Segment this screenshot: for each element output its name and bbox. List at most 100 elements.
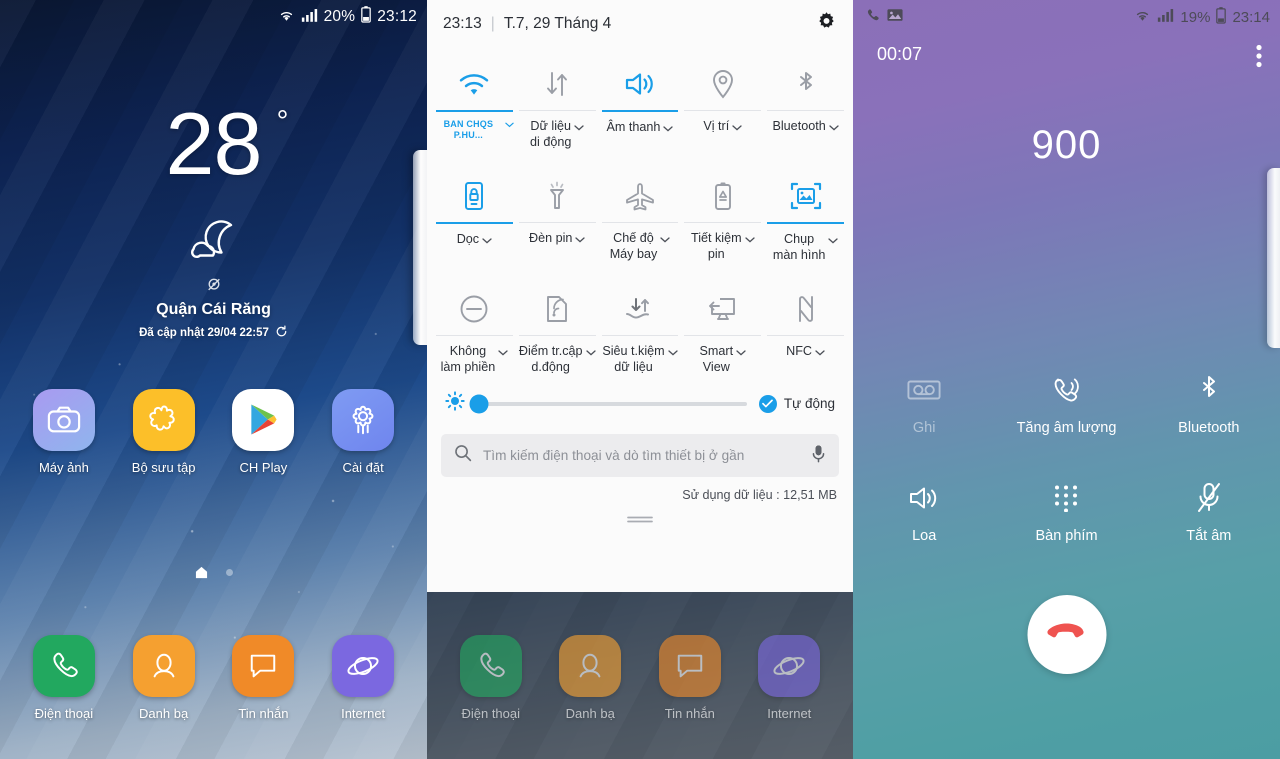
multi-screen-composite: 20% 23:12 28 ° Quận Cái Răng Đã cập nhật…	[0, 0, 1280, 759]
call-control-label: Bluetooth	[1178, 420, 1240, 436]
call-control-speaker[interactable]: Loa	[853, 476, 995, 544]
degree-symbol: °	[276, 105, 288, 138]
phone-icon	[459, 635, 522, 697]
call-control-volume-up[interactable]: Tăng âm lượng	[995, 368, 1137, 436]
dock-label: Internet	[341, 706, 386, 721]
auto-brightness-toggle[interactable]: Tự động	[758, 394, 835, 413]
chevron-down-icon[interactable]	[498, 344, 508, 360]
dock-phone[interactable]: Điện thoại	[441, 635, 541, 721]
app-label: Bộ sưu tập	[131, 459, 196, 475]
qs-tile-mobile-data[interactable]: Dữ liệu di động	[516, 52, 599, 150]
qs-tile-bluetooth[interactable]: Bluetooth	[764, 52, 847, 150]
chevron-down-icon[interactable]	[660, 231, 670, 247]
chevron-down-icon[interactable]	[505, 120, 514, 132]
app-settings[interactable]: Cài đặt	[313, 388, 413, 475]
qs-tile-row: Không làm phiền Điểm tr.cập d.động Siêu …	[433, 277, 847, 375]
search-icon	[454, 444, 472, 467]
home-status-bar: 20% 23:12	[0, 0, 427, 34]
drag-handle-icon[interactable]	[627, 511, 653, 529]
gear-icon[interactable]	[816, 11, 837, 37]
quick-settings-search-bar[interactable]: Tìm kiếm điện thoại và dò tìm thiết bị ở…	[441, 434, 839, 478]
dock-contacts[interactable]: Danh bạ	[541, 635, 641, 721]
qs-tile-location[interactable]: Vị trí	[681, 52, 764, 150]
chevron-down-icon[interactable]	[744, 231, 755, 247]
page-dot[interactable]	[225, 569, 233, 576]
brightness-slider[interactable]	[469, 394, 747, 414]
weather-widget[interactable]: 28 ° Quận Cái Răng Đã cập nhật 29/04 22:…	[0, 100, 427, 341]
app-camera[interactable]: Máy ảnh	[14, 388, 114, 475]
battery-icon	[1216, 6, 1227, 28]
quick-settings-background-dock: Điện thoại Danh bạ Tin nhắn Internet	[427, 635, 853, 721]
chevron-down-icon[interactable]	[736, 344, 746, 360]
call-control-keypad[interactable]: Bàn phím	[995, 476, 1137, 544]
refresh-icon[interactable]	[275, 325, 288, 341]
adjacent-panel-edge	[1267, 168, 1280, 348]
speaker-icon	[853, 476, 995, 520]
qs-tile-data-saver[interactable]: Siêu t.kiệm dữ liệu	[599, 277, 682, 375]
airplane-icon	[599, 170, 682, 222]
qs-tile-smart-view[interactable]: Smart View	[681, 277, 764, 375]
overflow-menu-icon[interactable]	[1256, 44, 1262, 73]
qs-tile-label-wrap: BAN CHQS P.HU...	[433, 112, 516, 142]
battery-saver-icon	[681, 170, 764, 222]
qs-tile-screenshot[interactable]: Chụp màn hình	[764, 164, 847, 263]
dock-label: Điện thoại	[461, 706, 521, 721]
flashlight-icon	[516, 170, 599, 222]
call-control-bluetooth[interactable]: Bluetooth	[1138, 368, 1280, 436]
chevron-down-icon[interactable]	[663, 120, 674, 136]
chevron-down-icon[interactable]	[828, 232, 838, 248]
dock-internet[interactable]: Internet	[740, 635, 840, 721]
call-number: 900	[1031, 123, 1102, 167]
gallery-flower-icon	[132, 388, 195, 451]
qs-tile-wifi[interactable]: BAN CHQS P.HU...	[433, 52, 516, 150]
chevron-down-icon[interactable]	[575, 231, 586, 247]
microphone-icon[interactable]	[811, 444, 826, 468]
dock-messages[interactable]: Tin nhắn	[640, 635, 740, 721]
brightness-slider-knob[interactable]	[469, 394, 489, 414]
quick-settings-header: 23:13 | T.7, 29 Tháng 4	[427, 0, 853, 48]
chevron-down-icon[interactable]	[829, 119, 839, 135]
qs-tile-label: Smart View	[699, 344, 734, 375]
call-control-mute[interactable]: Tắt âm	[1138, 476, 1280, 544]
keypad-icon	[995, 476, 1137, 520]
chevron-down-icon[interactable]	[585, 344, 596, 360]
dock-contacts[interactable]: Danh bạ	[114, 635, 214, 721]
qs-tile-label: Siêu t.kiệm dữ liệu	[602, 344, 665, 375]
data-saver-icon	[599, 283, 682, 335]
qs-tile-rotation[interactable]: Dọc	[433, 164, 516, 263]
qs-tile-label-wrap: Không làm phiền	[433, 336, 516, 375]
app-gallery[interactable]: Bộ sưu tập	[114, 388, 214, 475]
call-control-record[interactable]: Ghi	[853, 368, 995, 436]
mute-mic-icon	[1138, 476, 1280, 520]
dock-internet[interactable]: Internet	[313, 635, 413, 721]
wifi-icon	[433, 58, 516, 110]
qs-tile-label: Không làm phiền	[440, 344, 496, 375]
qs-tile-nfc[interactable]: NFC	[764, 277, 847, 375]
qs-tile-label: Tiết kiệm pin	[690, 231, 742, 262]
rotation-lock-icon	[433, 170, 516, 222]
end-call-button[interactable]	[1027, 595, 1106, 674]
quick-settings-tiles: BAN CHQS P.HU... Dữ liệu di động Âm than…	[427, 48, 853, 375]
qs-tile-battery-saver[interactable]: Tiết kiệm pin	[681, 164, 764, 263]
qs-tile-label-wrap: Dữ liệu di động	[516, 111, 599, 150]
qs-tile-label: BAN CHQS P.HU...	[443, 118, 494, 141]
chevron-down-icon[interactable]	[732, 119, 742, 135]
app-play-store[interactable]: CH Play	[214, 388, 314, 475]
qs-tile-row: BAN CHQS P.HU... Dữ liệu di động Âm than…	[433, 52, 847, 150]
chevron-down-icon[interactable]	[815, 344, 825, 360]
search-input[interactable]: Tìm kiếm điện thoại và dò tìm thiết bị ở…	[483, 448, 800, 463]
qs-tile-do-not-disturb[interactable]: Không làm phiền	[433, 277, 516, 375]
chevron-down-icon[interactable]	[574, 119, 585, 135]
qs-tile-sound[interactable]: Âm thanh	[599, 52, 682, 150]
dock-phone[interactable]: Điện thoại	[14, 635, 114, 721]
qs-tile-label-wrap: NFC	[764, 336, 847, 360]
home-icon[interactable]	[195, 566, 208, 579]
qs-tile-airplane[interactable]: Chế độ Máy bay	[599, 164, 682, 263]
moon-cloud-icon	[0, 215, 427, 271]
chevron-down-icon[interactable]	[667, 344, 678, 360]
qs-tile-hotspot[interactable]: Điểm tr.cập d.động	[516, 277, 599, 375]
chevron-down-icon[interactable]	[482, 232, 492, 248]
image-icon	[887, 8, 903, 26]
qs-tile-flashlight[interactable]: Đèn pin	[516, 164, 599, 263]
dock-messages[interactable]: Tin nhắn	[214, 635, 314, 721]
